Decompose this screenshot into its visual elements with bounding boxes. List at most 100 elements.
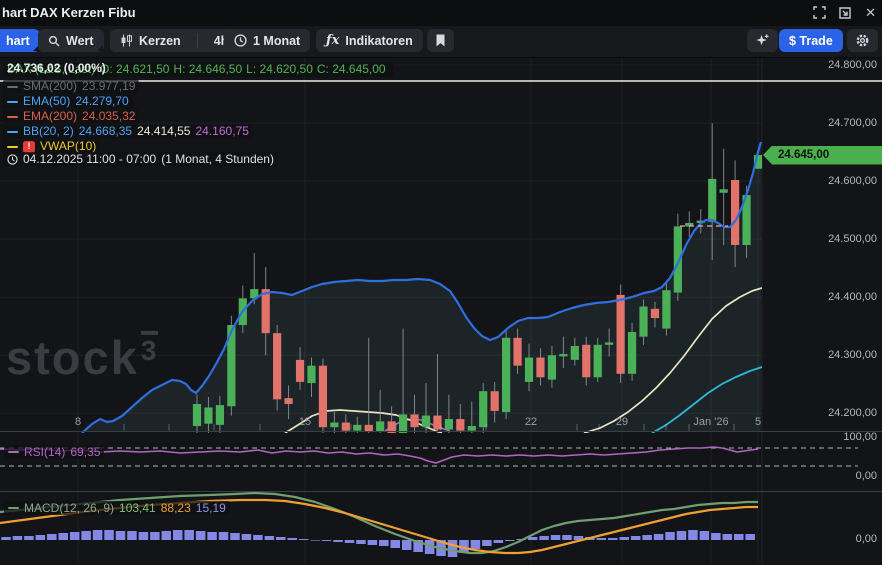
chart-type-button[interactable]: hart [0, 29, 40, 52]
window-title: hart DAX Kerzen Fibu [2, 5, 136, 20]
candle-down [491, 391, 499, 411]
candle-up [204, 407, 212, 423]
candle-up [605, 342, 613, 344]
close-icon[interactable]: ✕ [865, 6, 876, 19]
symbol-button-label: Wert [66, 34, 94, 48]
symbol-search-button[interactable]: Wert [38, 29, 104, 52]
macd-hist-bar [150, 532, 160, 540]
app-window: { "window": { "title": "hart DAX Kerzen … [0, 0, 882, 565]
candle-up [662, 290, 670, 328]
rsi-legend[interactable]: RSI(14) 69,35 [4, 440, 104, 459]
candles-button[interactable]: Kerzen [110, 29, 191, 52]
clock-icon [234, 34, 247, 47]
macd-hist-bar [310, 540, 320, 541]
candle-up [479, 391, 487, 427]
macd-hist-bar [391, 540, 401, 548]
candle-up [502, 338, 510, 412]
candle-down [296, 360, 304, 382]
fullscreen-icon[interactable] [813, 6, 826, 19]
divider [197, 33, 198, 48]
fx-icon: ƒx [326, 33, 339, 48]
candle-up [307, 366, 315, 383]
macd-hist-bar [356, 540, 366, 544]
macd-swatch [8, 507, 19, 510]
macd-hist-bar [287, 538, 297, 540]
macd-hist-bar [36, 535, 46, 540]
macd-hist-bar [265, 536, 275, 540]
macd-hist-bar [597, 538, 607, 540]
candlestick-icon [120, 34, 133, 47]
candle-down [582, 345, 590, 377]
x-axis-label: 5 [755, 416, 761, 428]
macd-hist-bar [631, 536, 641, 540]
indicator-row-ema50[interactable]: EMA(50) 24.279,70 [3, 92, 394, 106]
macd-hist-bar [688, 530, 698, 540]
indicators-button[interactable]: ƒx Indikatoren [316, 29, 423, 52]
macd-hist-bar [711, 533, 721, 540]
candle-up [571, 346, 579, 360]
macd-hist-bar [333, 540, 343, 542]
ai-assistant-button[interactable] [747, 29, 778, 52]
macd-axis-zero: 0,00 [856, 533, 877, 545]
macd-hist-bar [505, 540, 514, 541]
candle-up [353, 425, 361, 431]
candle-up [525, 358, 533, 382]
candle-down [536, 358, 544, 378]
indicator-row-sma200[interactable]: SMA(200) 23.977,19 [3, 77, 394, 91]
candle-up [548, 355, 556, 379]
macd-hist-bar [173, 530, 183, 540]
macd-hist-bar [734, 534, 744, 540]
candle-down [433, 416, 441, 430]
templates-button[interactable] [427, 29, 454, 52]
price-axis-label: 24.300,00 [828, 349, 877, 361]
candle-down [365, 425, 373, 432]
x-axis-label: 8 [75, 416, 81, 428]
vwap-swatch [7, 146, 18, 149]
candle-down [513, 338, 521, 366]
candles-timeframe-group: Kerzen 4h [110, 29, 238, 52]
macd-hist-bar [70, 532, 80, 540]
candle-down [456, 419, 464, 431]
macd-hist-bar [276, 537, 286, 540]
popout-icon[interactable] [839, 6, 852, 19]
x-axis-label: 15 [299, 416, 311, 428]
macd-hist-bar [116, 531, 126, 540]
search-icon [48, 35, 60, 47]
macd-hist-bar [368, 540, 378, 545]
macd-hist-bar [322, 540, 332, 541]
trade-button-label: $ Trade [789, 34, 833, 48]
trade-button[interactable]: $ Trade [779, 29, 843, 52]
indicator-row-vwap[interactable]: ! VWAP(10) [3, 137, 394, 151]
candle-down [262, 289, 270, 333]
settings-button[interactable] [847, 29, 878, 52]
rsi-line [0, 447, 758, 463]
stock3-watermark: stock3 [6, 334, 158, 381]
macd-hist-bar [299, 539, 309, 540]
symbol-ohlc-row[interactable]: DAX (L&S, Last) O: 24.621,50H: 24.646,50… [3, 62, 394, 76]
macd-hist-bar [654, 534, 664, 540]
indicator-row-bb[interactable]: BB(20, 2) 24.668,35 24.414,55 24.160,75 [3, 122, 394, 136]
candle-up [468, 426, 476, 431]
last-price-badge: 24.645,00 [763, 146, 882, 165]
macd-hist-bar [139, 532, 149, 540]
bookmark-icon [435, 34, 446, 47]
macd-hist-bar [242, 534, 252, 540]
macd-hist-bar [665, 532, 675, 540]
macd-hist-bar [642, 535, 652, 540]
indicator-row-ema200[interactable]: EMA(200) 24.035,32 [3, 107, 394, 121]
range-button[interactable]: 1 Monat [224, 29, 310, 52]
toolbar: hart Wert Kerzen 4h 1 Monat ƒx Indikator… [0, 26, 882, 58]
warning-icon[interactable]: ! [23, 141, 35, 153]
legend: DAX (L&S, Last) O: 24.621,50H: 24.646,50… [3, 62, 394, 167]
candles-button-label: Kerzen [139, 34, 181, 48]
ema50-swatch [7, 101, 18, 104]
rsi-axis-top: 100,00 [843, 431, 877, 443]
macd-legend[interactable]: MACD(12, 26, 9) 103,41 88,23 15,19 [4, 496, 230, 515]
sma200-swatch [7, 86, 18, 89]
macd-hist-bar [24, 536, 34, 540]
ohlc-values: O: 24.621,50H: 24.646,50L: 24.620,50C: 2… [100, 63, 390, 76]
candle-up [376, 421, 384, 431]
sparkle-icon [755, 33, 770, 48]
macd-hist-bar [379, 540, 389, 546]
candle-down [617, 295, 625, 374]
